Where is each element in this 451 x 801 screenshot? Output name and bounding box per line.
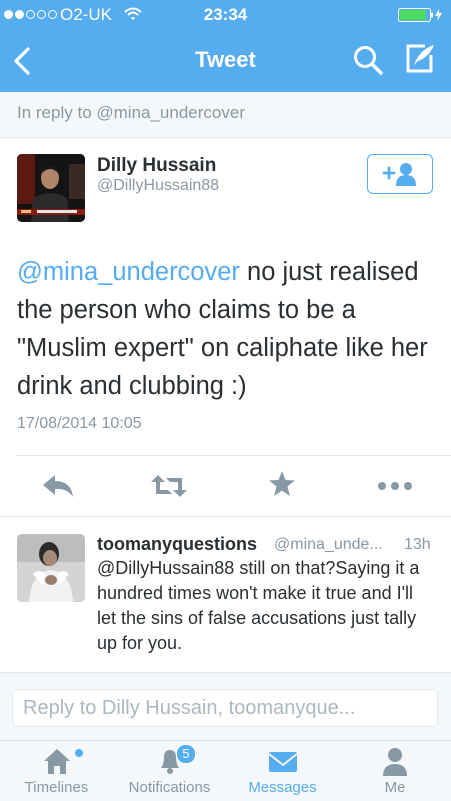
status-bar: O2-UK 23:34	[0, 0, 451, 30]
person-icon	[383, 748, 407, 776]
reply-author-handle[interactable]: @mina_unde...	[274, 536, 383, 554]
status-time: 23:34	[203, 5, 248, 24]
unread-dot	[75, 749, 83, 757]
battery-icon	[398, 8, 442, 22]
author-photo	[17, 154, 85, 222]
follow-button[interactable]	[367, 154, 433, 194]
tab-messages[interactable]: Messages	[226, 741, 339, 801]
reply-author-name[interactable]: toomanyquestions	[97, 534, 257, 555]
favorite-star-icon[interactable]	[268, 470, 296, 498]
envelope-icon	[267, 752, 298, 772]
header: O2-UK 23:34 Tweet	[0, 0, 451, 92]
more-options-icon[interactable]	[377, 481, 413, 491]
compose-tweet-icon[interactable]	[403, 42, 437, 76]
home-icon	[43, 749, 70, 774]
tab-label: Notifications	[128, 779, 211, 796]
tweet-text: @mina_undercover no just realised the pe…	[17, 253, 442, 405]
tab-label: Me	[384, 779, 406, 796]
add-user-icon	[382, 163, 416, 186]
reply-icon[interactable]	[41, 473, 75, 499]
tweet-mention-link[interactable]: @mina_undercover	[17, 258, 240, 286]
reply-input[interactable]	[12, 689, 438, 727]
tweet-timestamp: 17/08/2014 10:05	[17, 415, 142, 432]
tab-me[interactable]: Me	[339, 741, 451, 801]
reply-author-photo	[17, 534, 85, 602]
reply-timestamp: 13h	[404, 536, 431, 553]
retweet-icon[interactable]	[150, 472, 188, 500]
tab-notifications[interactable]: 5 Notifications	[113, 741, 226, 801]
divider	[0, 516, 451, 517]
reply-compose-bar	[0, 672, 451, 741]
notification-badge: 5	[176, 744, 196, 764]
reply-context-bar: In reply to @mina_undercover	[0, 92, 451, 138]
tab-label: Messages	[248, 779, 317, 796]
search-icon[interactable]	[352, 44, 384, 76]
reply-text: @DillyHussain88 still on that?Saying it …	[97, 558, 420, 653]
author-name[interactable]: Dilly Hussain	[97, 155, 216, 177]
tab-timelines[interactable]: Timelines	[0, 741, 113, 801]
tab-bar: Timelines 5 Notifications Messages Me	[0, 740, 451, 801]
reply-avatar[interactable]	[17, 534, 85, 602]
tweet-actions	[0, 455, 451, 515]
nav-bar: Tweet	[0, 30, 451, 92]
reply-context-text[interactable]: In reply to @mina_undercover	[17, 103, 245, 123]
author-handle[interactable]: @DillyHussain88	[97, 177, 219, 195]
author-avatar[interactable]	[17, 154, 85, 222]
tab-label: Timelines	[24, 779, 89, 796]
